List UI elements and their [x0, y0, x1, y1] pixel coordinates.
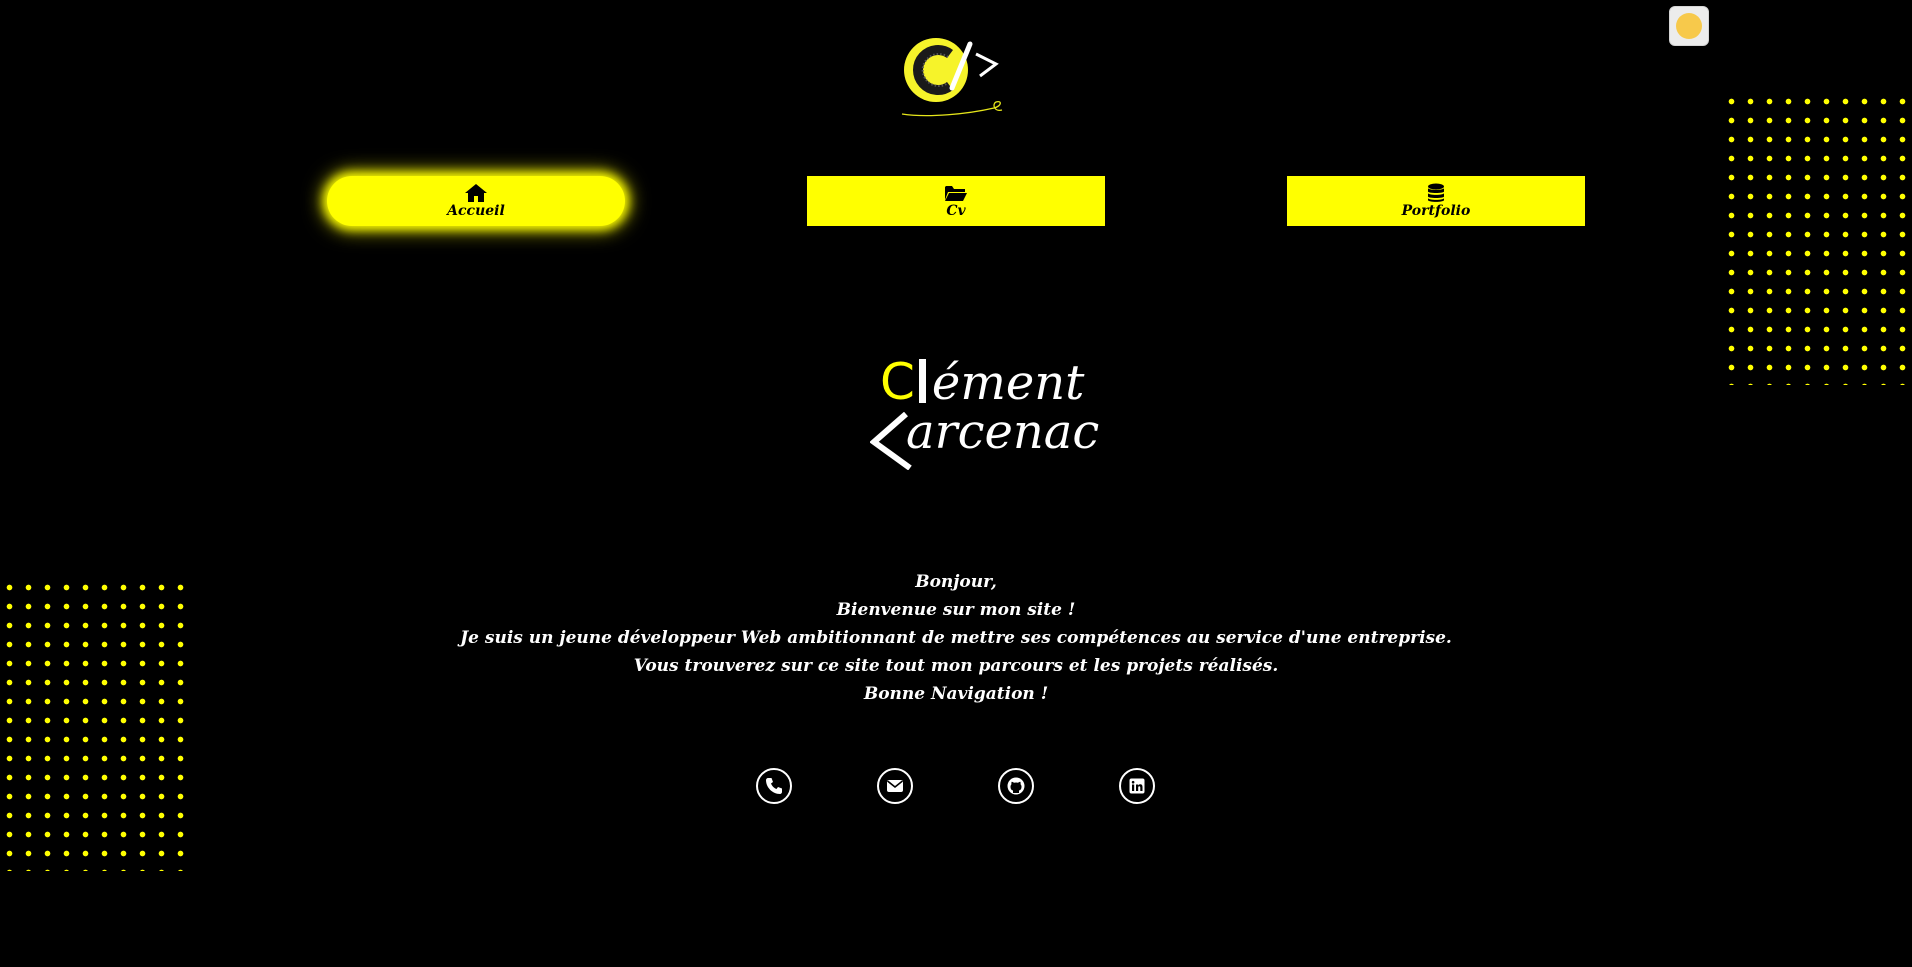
intro-text: Bonjour, Bienvenue sur mon site ! Je sui… — [456, 568, 1456, 708]
hero-name-c-letter: C — [880, 353, 915, 411]
intro-line-5: Bonne Navigation ! — [863, 684, 1049, 704]
database-icon — [1428, 183, 1444, 202]
hero-name-last-rest: arcenac — [906, 404, 1100, 460]
hero-name-bar — [918, 359, 926, 403]
intro-line-1: Bonjour, — [915, 572, 997, 592]
phone-link[interactable] — [756, 768, 792, 804]
sun-icon — [1676, 13, 1702, 39]
site-logo[interactable] — [898, 32, 1010, 122]
home-icon — [465, 184, 487, 202]
nav-portfolio-button[interactable]: Portfolio — [1287, 176, 1585, 226]
mail-icon — [887, 780, 903, 792]
nav-accueil-button[interactable]: Accueil — [327, 176, 625, 226]
nav-accueil-label: Accueil — [447, 203, 505, 219]
theme-toggle-button[interactable] — [1669, 6, 1709, 46]
email-link[interactable] — [877, 768, 913, 804]
intro-line-3: Je suis un jeune développeur Web ambitio… — [460, 628, 1452, 648]
linkedin-link[interactable] — [1119, 768, 1155, 804]
phone-icon — [766, 778, 782, 794]
nav-cv-button[interactable]: Cv — [807, 176, 1105, 226]
intro-line-2: Bienvenue sur mon site ! — [836, 600, 1076, 620]
hero-name-last: arcenac — [906, 406, 1099, 458]
hero-name: Cément arcenac — [860, 352, 1099, 477]
nav-cv-label: Cv — [946, 203, 966, 219]
dot-pattern-top-right — [1722, 92, 1912, 385]
dot-pattern-bottom-left — [0, 578, 185, 871]
github-link[interactable] — [998, 768, 1034, 804]
folder-open-icon — [945, 186, 967, 201]
hero-name-first-rest: ément — [931, 355, 1085, 411]
intro-line-4: Vous trouverez sur ce site tout mon parc… — [633, 656, 1279, 676]
hero-name-first: Cément — [880, 356, 1084, 409]
page: Accueil Cv Portfolio Cément arcenac Bonj… — [0, 0, 1912, 967]
github-icon — [1007, 777, 1025, 795]
linkedin-icon — [1129, 778, 1145, 794]
nav-portfolio-label: Portfolio — [1401, 203, 1471, 219]
